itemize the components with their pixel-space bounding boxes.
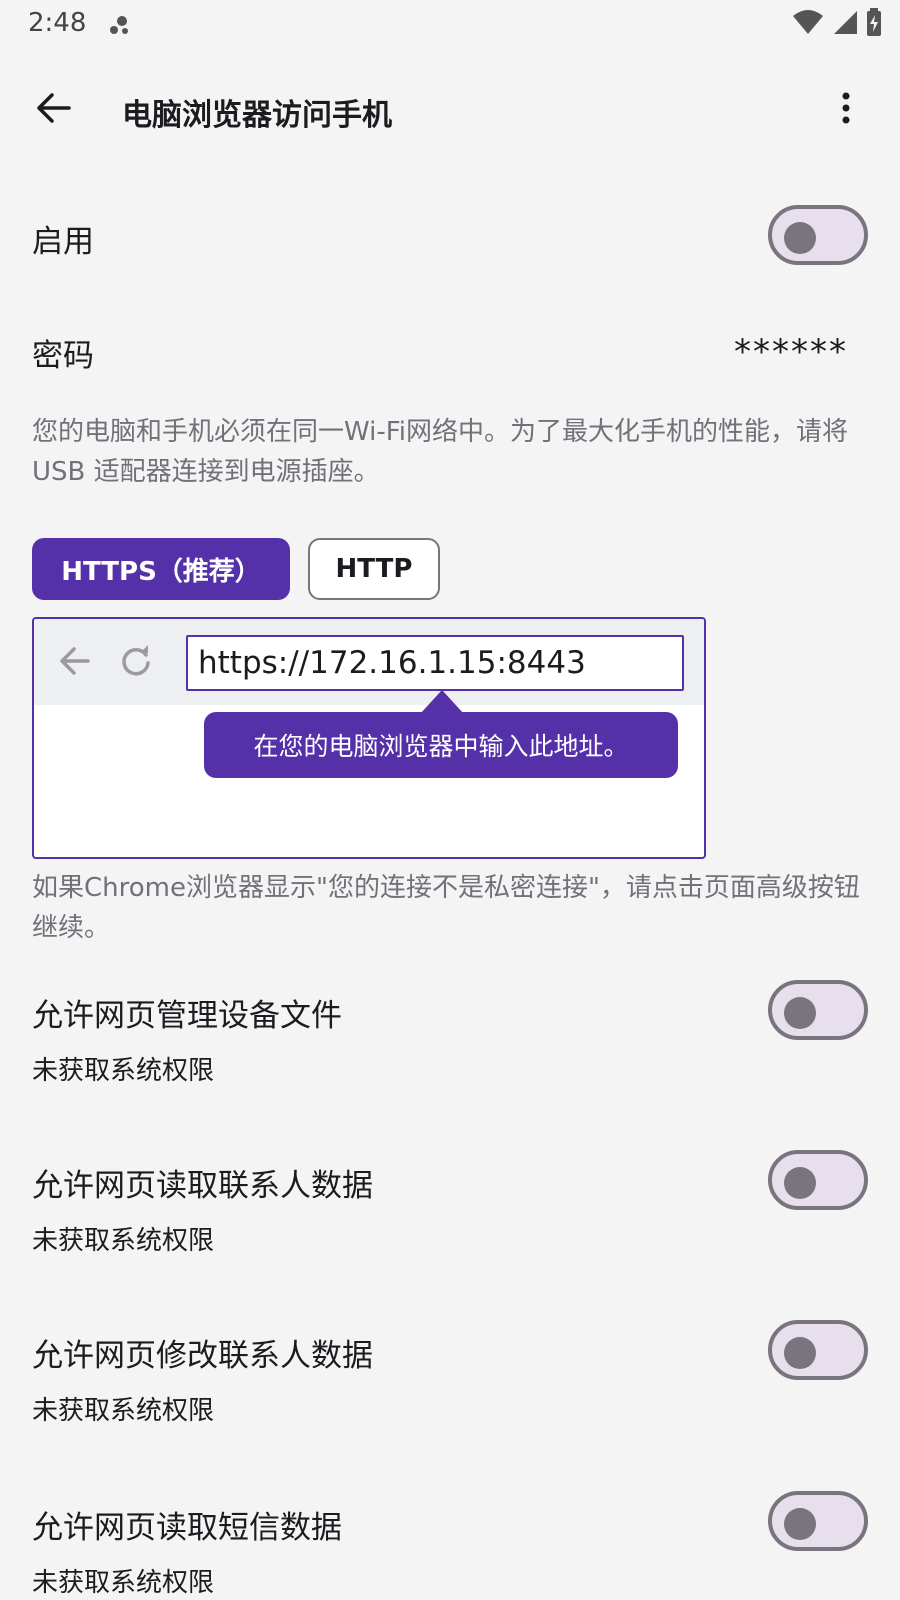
more-options-button[interactable] (822, 86, 870, 134)
permission-read-contacts-status: 未获取系统权限 (32, 1226, 215, 1256)
permission-modify-contacts-status: 未获取系统权限 (32, 1396, 215, 1426)
toggle-thumb (784, 1508, 816, 1540)
browser-toolbar: https://172.16.1.15:8443 (34, 619, 704, 705)
battery-charging-icon (866, 8, 882, 40)
toggle-thumb (784, 222, 816, 254)
back-button[interactable] (30, 86, 78, 134)
http-chip[interactable]: HTTP (308, 538, 440, 600)
toggle-thumb (784, 1167, 816, 1199)
chrome-note: 如果Chrome浏览器显示"您的连接不是私密连接"，请点击页面高级按钮继续。 (32, 873, 860, 943)
cellular-signal-icon (832, 9, 858, 39)
browser-back-icon (54, 641, 94, 681)
permission-read-sms-label: 允许网页读取短信数据 (32, 1510, 342, 1546)
permission-read-sms-status: 未获取系统权限 (32, 1568, 215, 1598)
permission-manage-files-toggle[interactable] (768, 980, 868, 1040)
permission-read-contacts-toggle[interactable] (768, 1150, 868, 1210)
permission-read-sms-toggle[interactable] (768, 1491, 868, 1551)
password-label[interactable]: 密码 (32, 330, 94, 375)
toggle-thumb (784, 1337, 816, 1369)
permission-manage-files-status: 未获取系统权限 (32, 1056, 215, 1086)
network-note: 您的电脑和手机必须在同一Wi-Fi网络中。为了最大化手机的性能，请将 USB 适… (32, 417, 849, 487)
notification-dots-icon (108, 14, 130, 36)
password-value[interactable]: ****** (734, 332, 848, 372)
address-bar[interactable]: https://172.16.1.15:8443 (186, 635, 684, 691)
permission-modify-contacts-label: 允许网页修改联系人数据 (32, 1338, 373, 1374)
wifi-icon (792, 9, 824, 39)
permission-modify-contacts-toggle[interactable] (768, 1320, 868, 1380)
app-bar: 电脑浏览器访问手机 (0, 66, 900, 156)
browser-reload-icon (116, 641, 156, 681)
more-vert-icon (842, 92, 850, 128)
arrow-back-icon (37, 93, 71, 127)
enable-label: 启用 (32, 224, 94, 260)
address-tooltip: 在您的电脑浏览器中输入此地址。 (204, 712, 678, 778)
page-title: 电脑浏览器访问手机 (122, 98, 392, 133)
toggle-thumb (784, 997, 816, 1029)
enable-toggle[interactable] (768, 205, 868, 265)
permission-read-contacts-label: 允许网页读取联系人数据 (32, 1168, 373, 1204)
status-icons (792, 8, 882, 40)
status-bar: 2:48 (0, 0, 900, 48)
permission-manage-files-label: 允许网页管理设备文件 (32, 998, 342, 1034)
https-chip[interactable]: HTTPS（推荐） (32, 538, 290, 600)
tooltip-arrow (420, 690, 464, 714)
status-time: 2:48 (28, 8, 87, 38)
